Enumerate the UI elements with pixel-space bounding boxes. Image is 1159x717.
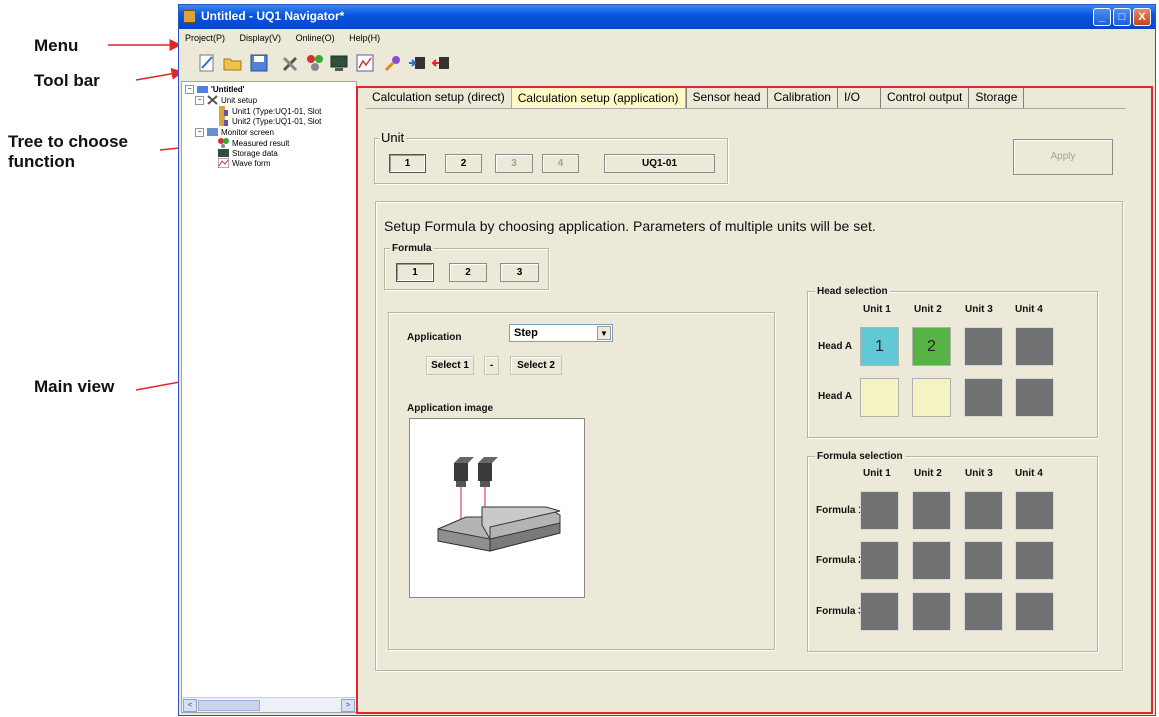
minimize-button[interactable]: _ (1093, 8, 1111, 26)
collapse-icon[interactable]: − (195, 127, 204, 137)
download-icon[interactable] (431, 53, 451, 73)
monitor-icon[interactable] (329, 53, 349, 73)
tree-root-label: 'Untitled' (211, 84, 245, 94)
app-icon (183, 10, 196, 23)
menu-display[interactable]: Display(V) (234, 29, 288, 43)
chart-icon[interactable] (355, 53, 375, 73)
tree-unit-setup[interactable]: − Unit setup (195, 95, 257, 105)
tree-unit2[interactable]: Unit2 (Type:UQ1-01, Slot (218, 116, 321, 126)
unit-icon (219, 116, 228, 126)
probe-icon[interactable] (383, 53, 403, 73)
scroll-left-icon[interactable]: < (183, 699, 197, 712)
tree-storage-data[interactable]: Storage data (218, 148, 278, 158)
tree-measured-result[interactable]: Measured result (218, 138, 289, 148)
save-icon[interactable] (249, 53, 269, 73)
maximize-button[interactable]: □ (1113, 8, 1131, 26)
tree-horizontal-scrollbar[interactable]: < > (182, 697, 356, 712)
function-tree: − 'Untitled' − Unit setup Unit1 (Type:UQ… (181, 81, 357, 713)
waveform-icon (218, 158, 229, 168)
menu-project[interactable]: Project(P) (179, 29, 231, 43)
window-title: Untitled - UQ1 Navigator* (201, 9, 345, 23)
close-button[interactable]: X (1133, 8, 1151, 26)
measured-icon (218, 138, 229, 148)
title-bar: Untitled - UQ1 Navigator* _ □ X (179, 5, 1155, 29)
tree-unit-setup-label: Unit setup (221, 95, 258, 105)
storage-icon (218, 149, 229, 157)
new-icon[interactable] (197, 53, 217, 73)
tree-monitor-label: Monitor screen (221, 127, 274, 137)
tree-root[interactable]: − 'Untitled' (185, 84, 245, 94)
tool-bar (179, 48, 1155, 78)
main-view-highlight (356, 86, 1153, 714)
unit-icon (219, 106, 228, 116)
tree-unit1[interactable]: Unit1 (Type:UQ1-01, Slot (218, 106, 321, 116)
open-folder-icon[interactable] (223, 53, 243, 73)
tree-storage-label: Storage data (232, 148, 278, 158)
scroll-thumb[interactable] (198, 700, 260, 711)
tools-icon[interactable] (281, 53, 301, 73)
tree-wave-label: Wave form (232, 158, 271, 168)
upload-icon[interactable] (407, 53, 427, 73)
collapse-icon[interactable]: − (185, 84, 194, 94)
network-icon[interactable] (305, 53, 325, 73)
tree-monitor-screen[interactable]: − Monitor screen (195, 127, 274, 137)
tree-unit1-label: Unit1 (Type:UQ1-01, Slot (232, 106, 322, 116)
tree-measured-label: Measured result (232, 138, 290, 148)
menu-help[interactable]: Help(H) (343, 29, 386, 43)
menu-online[interactable]: Online(O) (290, 29, 341, 43)
project-icon (197, 86, 208, 93)
monitor-icon (207, 128, 218, 136)
scroll-right-icon[interactable]: > (341, 699, 355, 712)
menu-bar: Project(P) Display(V) Online(O) Help(H) (179, 29, 1155, 47)
tree-wave-form[interactable]: Wave form (218, 158, 270, 168)
arrow-toolbar (135, 67, 184, 81)
tools-icon (207, 95, 218, 105)
tree-unit2-label: Unit2 (Type:UQ1-01, Slot (232, 116, 322, 126)
collapse-icon[interactable]: − (195, 95, 204, 105)
